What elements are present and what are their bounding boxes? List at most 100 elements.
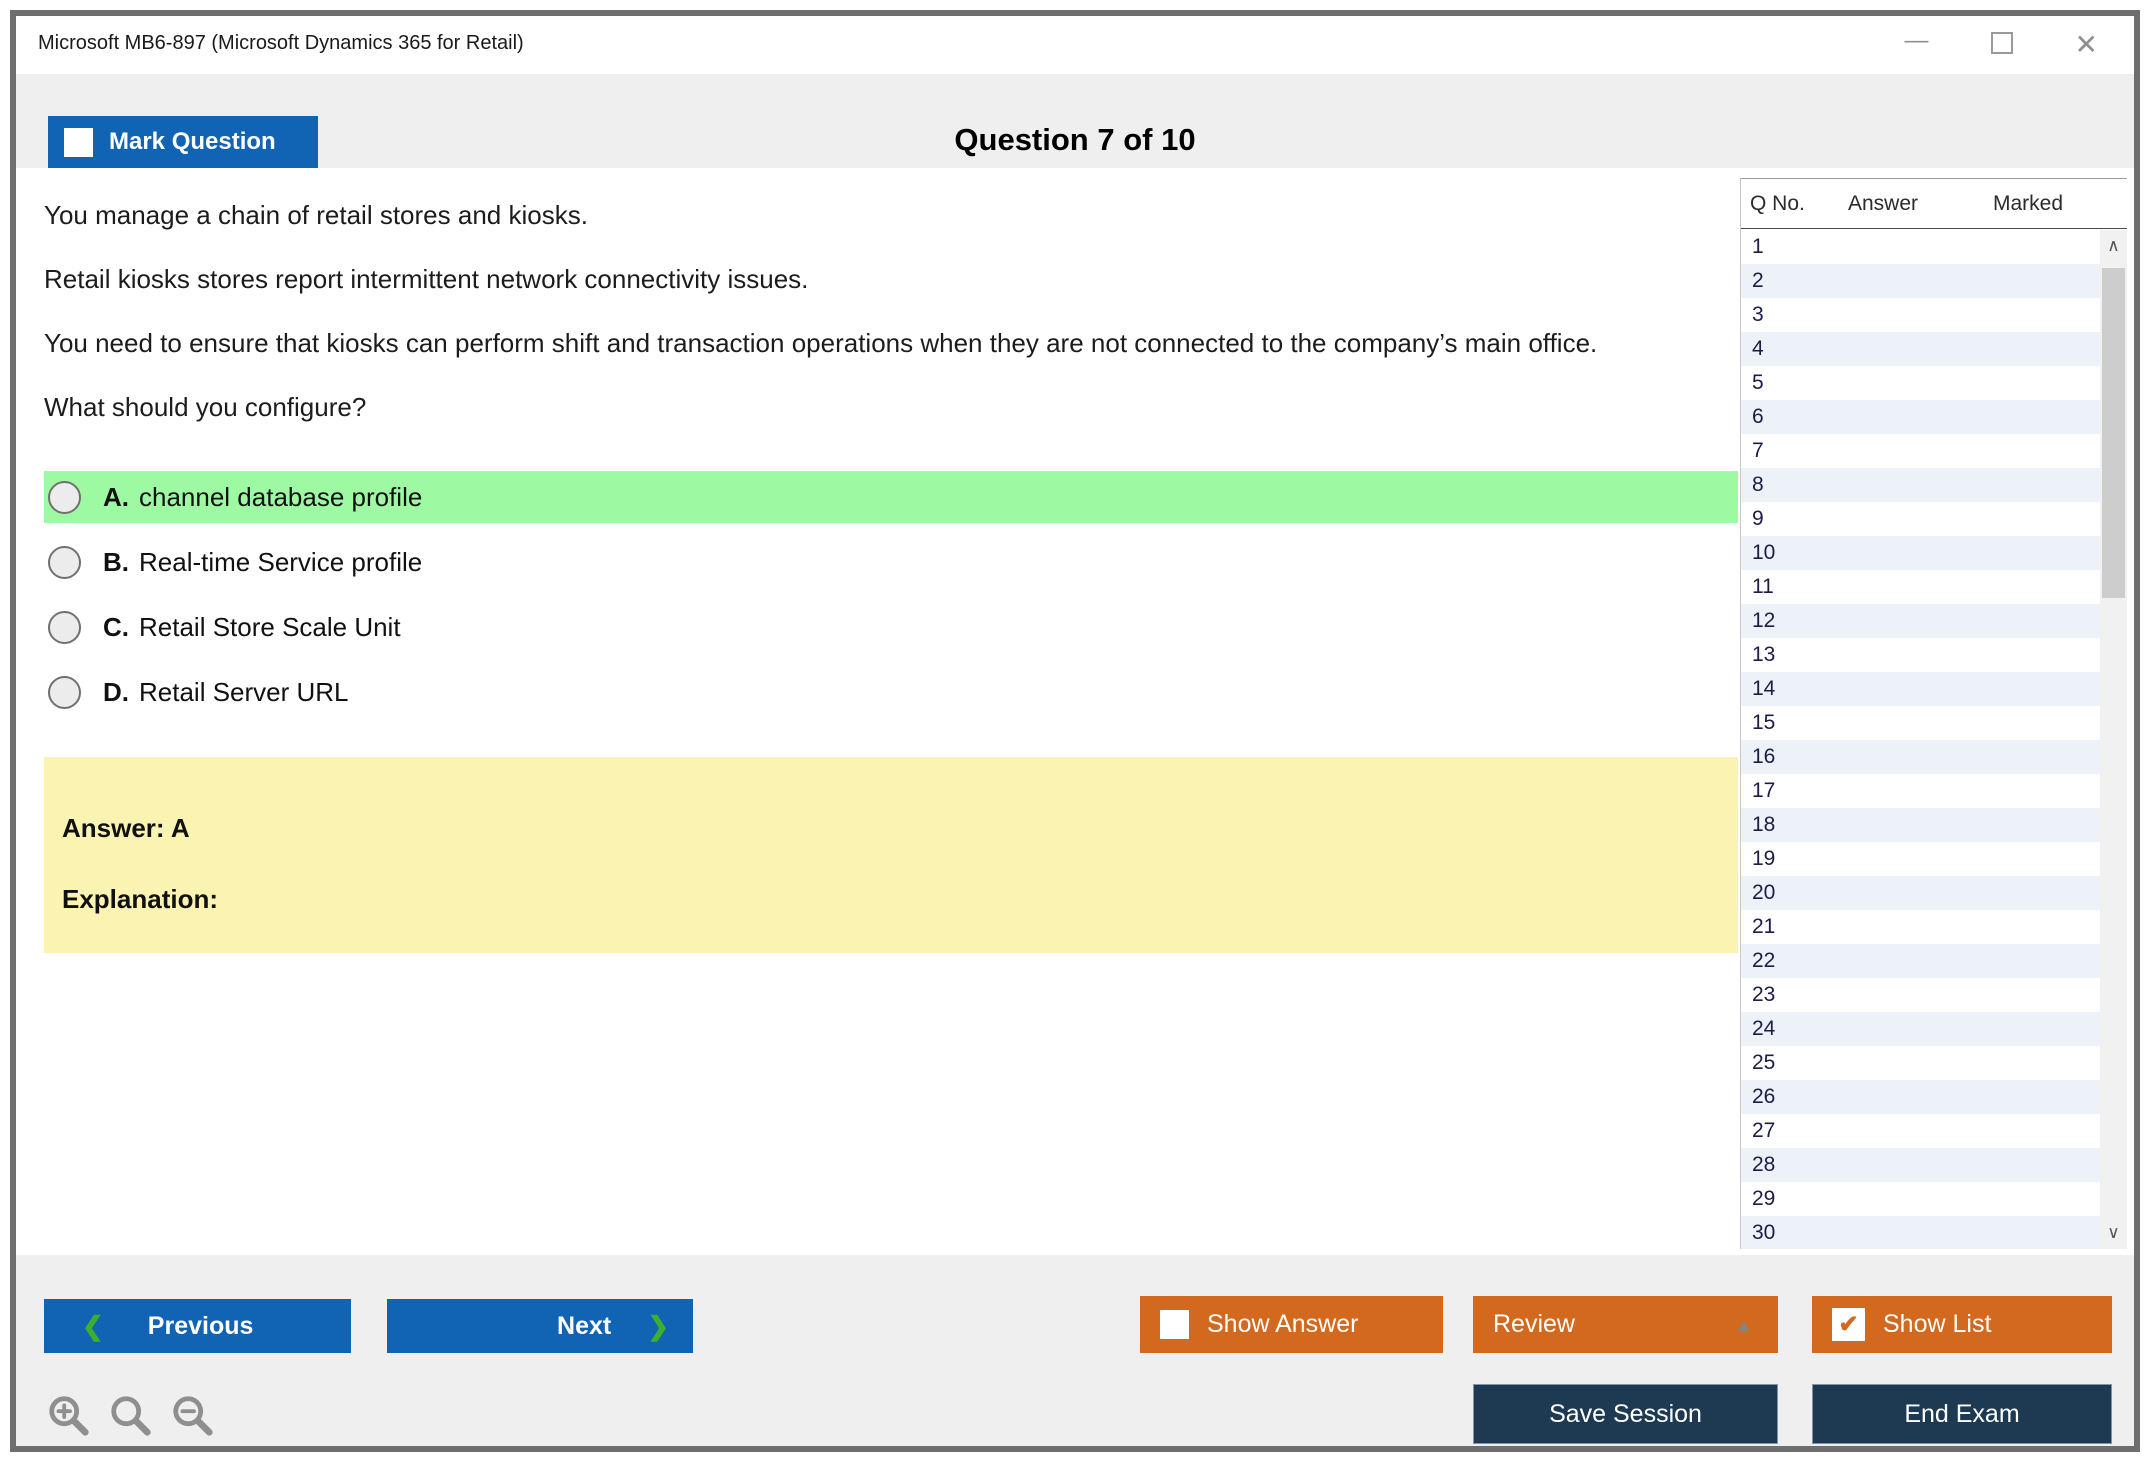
end-exam-label: End Exam (1904, 1399, 2020, 1428)
list-item[interactable]: 20 (1741, 876, 2101, 910)
radio-button-d[interactable] (48, 675, 81, 709)
list-item[interactable]: 11 (1741, 570, 2101, 604)
show-answer-checkbox[interactable] (1160, 1310, 1189, 1339)
option-letter: B. (103, 546, 129, 577)
maximize-box (1990, 32, 2013, 54)
explanation-label: Explanation: (62, 884, 219, 914)
previous-button[interactable]: ❮ Previous (44, 1299, 351, 1353)
question-panel: You manage a chain of retail stores and … (16, 168, 1738, 1255)
list-item[interactable]: 13 (1741, 638, 2101, 672)
list-item[interactable]: 4 (1741, 332, 2101, 366)
show-list-label: Show List (1883, 1310, 1992, 1338)
question-paragraph: You need to ensure that kiosks can perfo… (44, 328, 1598, 358)
list-item[interactable]: 30 (1741, 1216, 2101, 1249)
scroll-up-icon[interactable]: ∧ (2100, 230, 2127, 262)
list-item[interactable]: 18 (1741, 808, 2101, 842)
header-bar: Mark Question Question 7 of 10 (16, 74, 2134, 168)
show-list-checkbox[interactable]: ✔ (1832, 1308, 1865, 1341)
next-button[interactable]: Next ❯ (387, 1299, 693, 1353)
screen: Microsoft MB6-897 (Microsoft Dynamics 36… (0, 0, 2150, 1470)
window-controls: — ✕ (1905, 16, 2098, 74)
show-answer-label: Show Answer (1207, 1310, 1359, 1338)
question-paragraph: Retail kiosks stores report intermittent… (44, 264, 809, 294)
zoom-out-icon[interactable] (170, 1393, 216, 1439)
list-item[interactable]: 9 (1741, 502, 2101, 536)
question-list-rows: 1 2 3 4 5 6 7 8 9 10 11 12 13 14 15 16 17 18 19 20 21 22 23 24 2… (1741, 230, 2101, 1249)
column-marked: Marked (1993, 191, 2064, 215)
close-icon[interactable]: ✕ (2075, 31, 2098, 59)
scroll-down-icon[interactable]: ∨ (2100, 1217, 2127, 1249)
minimize-icon[interactable]: — (1905, 28, 1929, 54)
list-item[interactable]: 19 (1741, 842, 2101, 876)
option-b[interactable]: B. Real-time Service profile (44, 536, 1738, 588)
show-answer-button[interactable]: Show Answer (1140, 1296, 1443, 1353)
list-item[interactable]: 8 (1741, 468, 2101, 502)
chevron-left-icon: ❮ (82, 1310, 104, 1341)
next-label: Next (557, 1311, 612, 1340)
list-item[interactable]: 28 (1741, 1148, 2101, 1182)
list-item[interactable]: 24 (1741, 1012, 2101, 1046)
list-item[interactable]: 12 (1741, 604, 2101, 638)
column-qno: Q No. (1750, 191, 1805, 215)
list-item[interactable]: 14 (1741, 672, 2101, 706)
options-list: A. channel database profile B. Real-time… (44, 471, 1738, 718)
option-letter: C. (103, 611, 129, 642)
question-counter: Question 7 of 10 (954, 122, 1196, 157)
list-item[interactable]: 16 (1741, 740, 2101, 774)
window-title: Microsoft MB6-897 (Microsoft Dynamics 36… (38, 32, 524, 54)
radio-button-a[interactable] (48, 480, 81, 514)
list-item[interactable]: 1 (1741, 230, 2101, 264)
option-d[interactable]: D. Retail Server URL (44, 666, 1738, 718)
footer-bar: ❮ Previous Next ❯ Show Answer Review ▲ ✔… (16, 1255, 2134, 1446)
list-item[interactable]: 21 (1741, 910, 2101, 944)
chevron-right-icon: ❯ (647, 1310, 669, 1341)
list-item[interactable]: 5 (1741, 366, 2101, 400)
list-item[interactable]: 25 (1741, 1046, 2101, 1080)
magnifier-icon[interactable] (108, 1393, 154, 1439)
app-window: Microsoft MB6-897 (Microsoft Dynamics 36… (10, 10, 2140, 1452)
option-letter: D. (103, 676, 129, 707)
option-a[interactable]: A. channel database profile (44, 471, 1738, 523)
list-item[interactable]: 23 (1741, 978, 2101, 1012)
review-button[interactable]: Review ▲ (1473, 1296, 1778, 1353)
list-item[interactable]: 29 (1741, 1182, 2101, 1216)
question-list-scrollbar[interactable]: ∧ ∨ (2100, 230, 2127, 1249)
option-text: Real-time Service profile (139, 546, 423, 577)
save-session-button[interactable]: Save Session (1473, 1384, 1778, 1444)
zoom-in-icon[interactable] (46, 1393, 92, 1439)
save-session-label: Save Session (1549, 1399, 1702, 1428)
question-paragraph: You manage a chain of retail stores and … (44, 200, 588, 230)
list-item[interactable]: 15 (1741, 706, 2101, 740)
radio-button-c[interactable] (48, 610, 81, 644)
list-item[interactable]: 17 (1741, 774, 2101, 808)
list-item[interactable]: 27 (1741, 1114, 2101, 1148)
option-text: Retail Store Scale Unit (139, 611, 401, 642)
column-answer: Answer (1848, 191, 1919, 215)
question-list-sidebar: Q No. Answer Marked 1 2 3 4 5 6 7 8 9 10 11 12 13 14 1… (1740, 178, 2127, 1249)
option-c[interactable]: C. Retail Store Scale Unit (44, 601, 1738, 653)
zoom-tools (46, 1393, 216, 1439)
scrollbar-thumb[interactable] (2102, 268, 2125, 598)
review-label: Review (1493, 1310, 1575, 1338)
list-item[interactable]: 26 (1741, 1080, 2101, 1114)
list-item[interactable]: 10 (1741, 536, 2101, 570)
list-item[interactable]: 3 (1741, 298, 2101, 332)
option-letter: A. (103, 481, 129, 512)
option-text: channel database profile (139, 481, 423, 512)
show-list-button[interactable]: ✔ Show List (1812, 1296, 2112, 1353)
answer-label: Answer: A (62, 813, 190, 843)
question-list-header: Q No. Answer Marked (1741, 179, 2127, 229)
title-bar: Microsoft MB6-897 (Microsoft Dynamics 36… (16, 16, 2134, 74)
question-paragraph: What should you configure? (44, 392, 367, 422)
end-exam-button[interactable]: End Exam (1812, 1384, 2112, 1444)
option-text: Retail Server URL (139, 676, 349, 707)
triangle-up-icon: ▲ (1735, 1316, 1752, 1335)
list-item[interactable]: 22 (1741, 944, 2101, 978)
list-item[interactable]: 6 (1741, 400, 2101, 434)
radio-button-b[interactable] (48, 545, 81, 579)
previous-label: Previous (147, 1311, 254, 1340)
maximize-icon[interactable] (1990, 32, 2013, 58)
list-item[interactable]: 7 (1741, 434, 2101, 468)
main-area: You manage a chain of retail stores and … (16, 168, 2134, 1255)
list-item[interactable]: 2 (1741, 264, 2101, 298)
